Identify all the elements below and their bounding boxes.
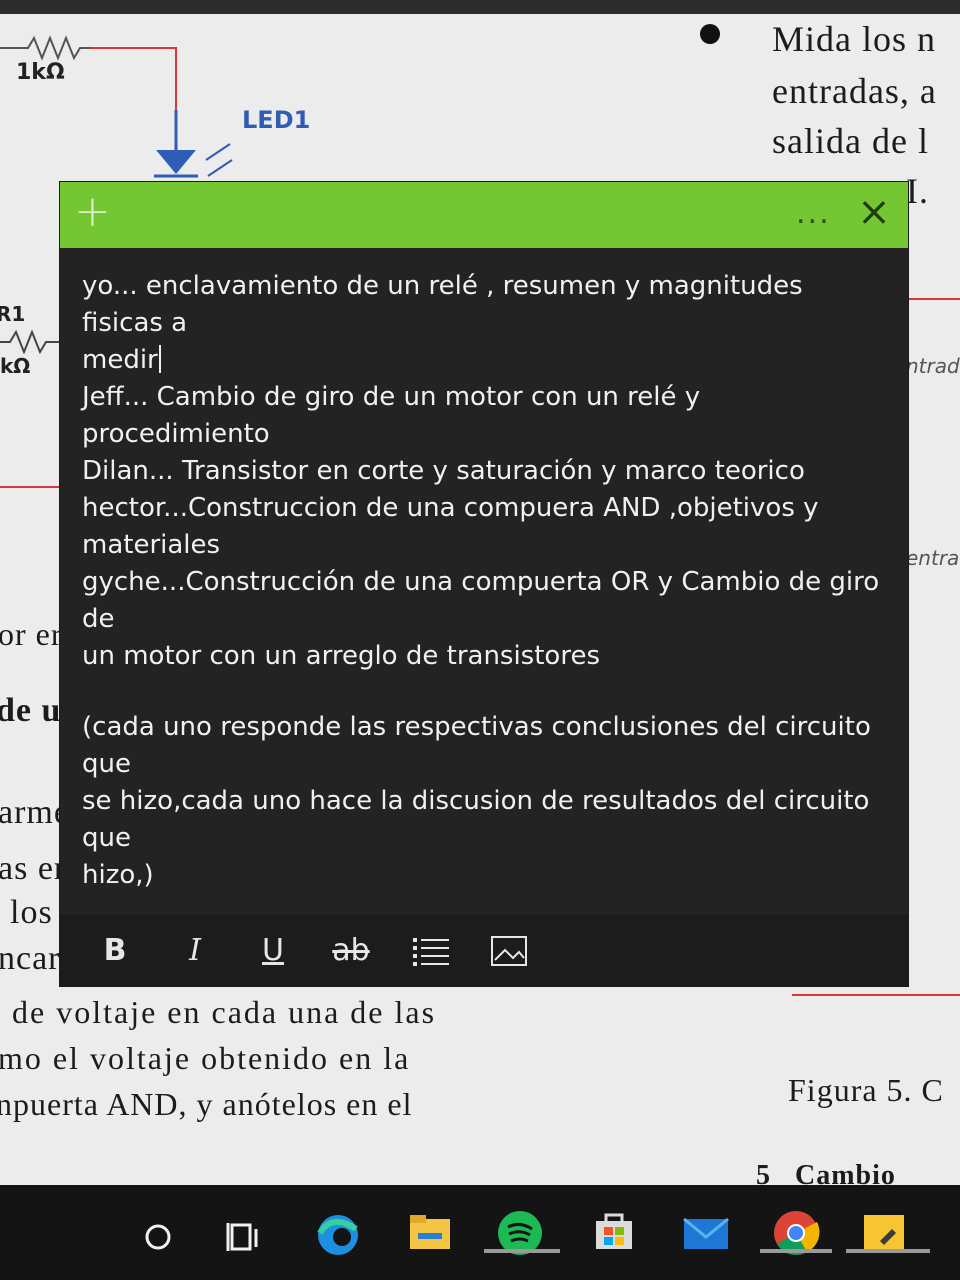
sticky-notes-active-indicator bbox=[846, 1249, 930, 1253]
sticky-notes-icon[interactable] bbox=[858, 1203, 910, 1255]
note-line: hector...Construccion de una compuera AN… bbox=[82, 493, 819, 523]
store-icon[interactable] bbox=[588, 1203, 640, 1255]
figure-caption: Figura 5. C bbox=[788, 1072, 944, 1108]
sticky-note-window: + ... × yo... enclavamiento de un relé ,… bbox=[60, 182, 908, 986]
chrome-active-indicator bbox=[760, 1249, 832, 1253]
left-fragment-2: de u bbox=[0, 692, 62, 729]
add-note-button[interactable]: + bbox=[74, 190, 114, 234]
note-line: un motor con un arreglo de transistores bbox=[82, 641, 600, 671]
r1-value: kΩ bbox=[0, 354, 31, 378]
note-line: Dilan... Transistor en corte y saturació… bbox=[82, 456, 805, 486]
wire-red-3 bbox=[792, 994, 960, 996]
note-line: hizo,) bbox=[82, 860, 154, 890]
bottom-line-1: de voltaje en cada una de las bbox=[12, 994, 437, 1030]
spotify-icon[interactable] bbox=[494, 1203, 546, 1255]
note-line: medir bbox=[82, 342, 882, 379]
strikethrough-button[interactable]: ab bbox=[330, 930, 372, 972]
bullet-list-button[interactable] bbox=[410, 930, 452, 972]
left-fragment-1: or er bbox=[0, 616, 63, 652]
wire-red-2 bbox=[908, 298, 960, 300]
note-text-area[interactable]: yo... enclavamiento de un relé , resumen… bbox=[82, 268, 882, 894]
note-line: materiales bbox=[82, 530, 221, 560]
note-empty-line bbox=[82, 675, 882, 709]
led-label: LED1 bbox=[242, 106, 311, 134]
note-line-text: medir bbox=[82, 345, 158, 375]
resistor-symbol-2 bbox=[0, 330, 60, 354]
wire-red-1 bbox=[0, 486, 60, 488]
windows-taskbar bbox=[0, 1185, 960, 1280]
note-line: Jeff... Cambio de giro de un motor con u… bbox=[82, 382, 701, 449]
bullet-dot bbox=[700, 24, 720, 44]
bottom-line-3: npuerta AND, y anótelos en el bbox=[0, 1086, 413, 1122]
insert-image-button[interactable] bbox=[488, 930, 530, 972]
doc-line-2: entradas, a bbox=[772, 71, 937, 111]
r1-label: R1 bbox=[0, 302, 26, 326]
left-fragment-4: as er bbox=[0, 850, 67, 887]
edge-icon[interactable] bbox=[312, 1203, 364, 1255]
bullet-list-icon bbox=[413, 938, 449, 966]
mail-icon[interactable] bbox=[680, 1203, 732, 1255]
note-line: se hizo,cada uno hace la discusion de re… bbox=[82, 786, 870, 853]
more-options-button[interactable]: ... bbox=[796, 196, 831, 231]
note-line: gyche...Construcción de una compuerta OR… bbox=[82, 567, 880, 634]
chrome-icon[interactable] bbox=[770, 1203, 822, 1255]
bottom-line-2: mo el voltaje obtenido en la bbox=[0, 1040, 411, 1076]
image-icon bbox=[491, 936, 527, 966]
right-fragment-1: ntrada bbox=[906, 354, 960, 378]
italic-button[interactable]: I bbox=[174, 930, 216, 972]
formatting-toolbar: B I U ab bbox=[60, 914, 908, 986]
underline-button[interactable]: U bbox=[252, 930, 294, 972]
text-caret bbox=[158, 345, 161, 373]
sticky-note-titlebar[interactable]: + ... × bbox=[60, 182, 908, 248]
task-view-icon[interactable] bbox=[218, 1203, 270, 1255]
note-line: yo... enclavamiento de un relé , resumen… bbox=[82, 271, 803, 338]
led-symbol bbox=[154, 110, 233, 178]
doc-line-1: Mida los n bbox=[772, 19, 937, 59]
spotify-active-indicator bbox=[484, 1249, 560, 1253]
doc-line-3: salida de l bbox=[772, 121, 929, 161]
resistor-label: 1kΩ bbox=[16, 60, 65, 85]
right-fragment-2: entra bbox=[906, 546, 960, 570]
bold-button[interactable]: B bbox=[94, 930, 136, 972]
doc-line-4: I. bbox=[906, 171, 929, 211]
note-line: (cada uno responde las respectivas concl… bbox=[82, 712, 871, 779]
document-top-bar bbox=[0, 0, 960, 14]
cortana-circle-icon[interactable] bbox=[134, 1203, 186, 1255]
file-explorer-icon[interactable] bbox=[404, 1203, 456, 1255]
close-note-button[interactable]: × bbox=[856, 192, 892, 232]
